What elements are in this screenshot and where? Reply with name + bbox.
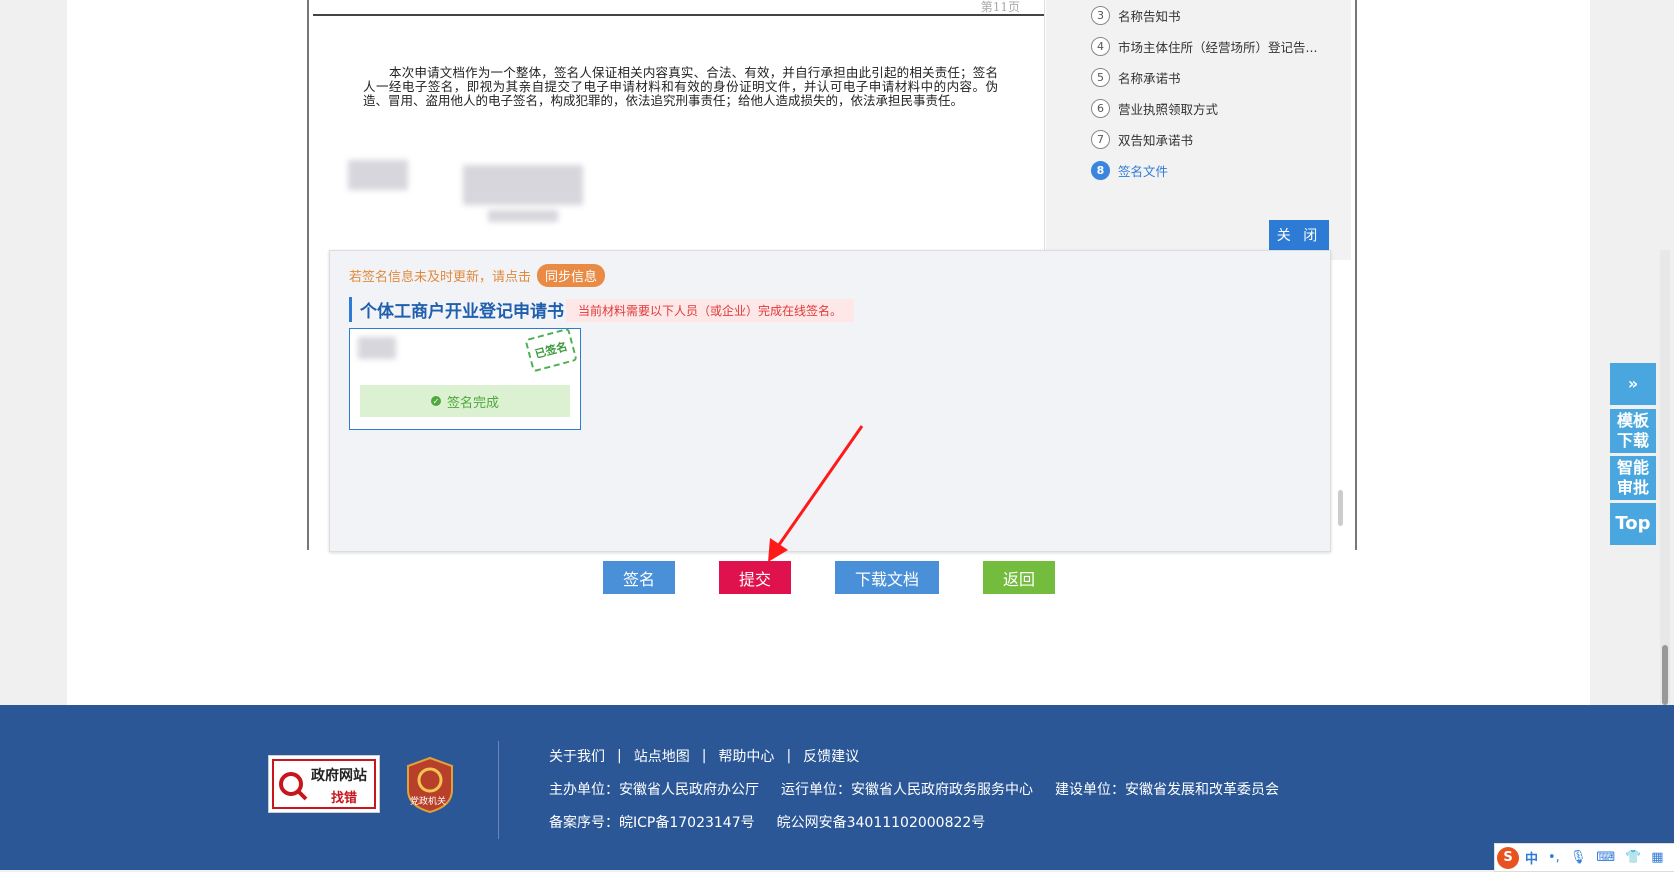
back-to-top-button[interactable]: Top	[1610, 503, 1656, 545]
page-scrollbar[interactable]	[1660, 250, 1670, 710]
sync-hint: 若签名信息未及时更新，请点击 同步信息	[349, 264, 606, 287]
nav-item-4[interactable]: 4 市场主体住所（经营场所）登记告...	[1091, 36, 1317, 56]
page-number: 第11页	[980, 0, 1020, 14]
footer-link-feedback[interactable]: 反馈建议	[803, 746, 859, 766]
sync-info-button[interactable]: 同步信息	[537, 264, 606, 287]
blurred-seal	[463, 165, 583, 205]
footer: 政府网站 找错 党政机关 关于我们 | 站点地图 | 帮助中心 | 反馈建议 主办单位…	[0, 705, 1674, 870]
footer-divider	[498, 741, 499, 839]
footer-link-sitemap[interactable]: 站点地图	[634, 746, 690, 766]
sogou-logo-icon: S	[1497, 846, 1519, 869]
template-download-button[interactable]: 模板下载	[1610, 409, 1656, 453]
nav-item-3[interactable]: 3 名称告知书	[1091, 5, 1181, 25]
gov-site-error-badge[interactable]: 政府网站 找错	[268, 755, 380, 813]
sign-button[interactable]: 签名	[603, 561, 675, 594]
nav-item-6[interactable]: 6 营业执照领取方式	[1091, 98, 1218, 118]
back-button[interactable]: 返回	[983, 561, 1055, 594]
smart-review-button[interactable]: 智能审批	[1610, 456, 1656, 500]
double-chevron-right-icon: »	[1627, 374, 1639, 393]
expand-tools-button[interactable]: »	[1610, 363, 1656, 405]
skin-icon[interactable]: 👕	[1625, 850, 1641, 865]
footer-links: 关于我们 | 站点地图 | 帮助中心 | 反馈建议	[549, 746, 860, 766]
keyboard-icon[interactable]: ⌨	[1596, 850, 1615, 865]
sign-status: ✓ 签名完成	[360, 385, 570, 417]
close-button[interactable]: 关 闭	[1269, 220, 1329, 250]
signed-stamp: 已签名	[524, 327, 578, 373]
footer-link-about[interactable]: 关于我们	[549, 746, 605, 766]
ime-toolbar[interactable]: S 中 •, 🎙 ⌨ 👕 ▦	[1494, 843, 1674, 872]
footer-registration: 备案序号：皖ICP备17023147号 皖公网安备34011102000822号	[549, 815, 986, 831]
ime-mode[interactable]: 中	[1525, 848, 1538, 867]
blurred-date	[488, 210, 558, 222]
footer-units: 主办单位：安徽省人民政府办公厅 运行单位：安徽省人民政府政务服务中心 建设单位：…	[549, 782, 1279, 798]
nav-item-7[interactable]: 7 双告知承诺书	[1091, 129, 1193, 149]
footer-link-help[interactable]: 帮助中心	[718, 746, 774, 766]
microphone-icon[interactable]: 🎙	[1570, 850, 1587, 865]
nav-item-5[interactable]: 5 名称承诺书	[1091, 67, 1181, 87]
panel-scrollbar[interactable]	[1338, 490, 1343, 526]
declaration-text: 本次申请文档作为一个整体，签名人保证相关内容真实、合法、有效，并自行承担由此引起…	[363, 65, 998, 108]
document-top-line	[313, 14, 1044, 16]
form-title: 个体工商户开业登记申请书	[349, 297, 564, 322]
punctuation-icon[interactable]: •,	[1548, 850, 1560, 865]
check-icon: ✓	[430, 396, 441, 406]
page-scrollbar-thumb[interactable]	[1662, 645, 1668, 705]
blurred-signer-name	[358, 337, 396, 359]
nav-item-8[interactable]: 8 签名文件	[1091, 160, 1168, 180]
blurred-signature	[348, 160, 408, 190]
signer-card[interactable]: 已签名 ✓ 签名完成	[349, 327, 581, 430]
sign-warning: 当前材料需要以下人员（或企业）完成在线签名。	[566, 299, 855, 322]
party-gov-badge[interactable]: 党政机关	[405, 756, 455, 814]
red-annotation-arrow	[768, 425, 864, 562]
toolbox-icon[interactable]: ▦	[1651, 850, 1663, 865]
document-page: 第11页 本次申请文档作为一个整体，签名人保证相关内容真实、合法、有效，并自行承…	[313, 0, 1045, 260]
